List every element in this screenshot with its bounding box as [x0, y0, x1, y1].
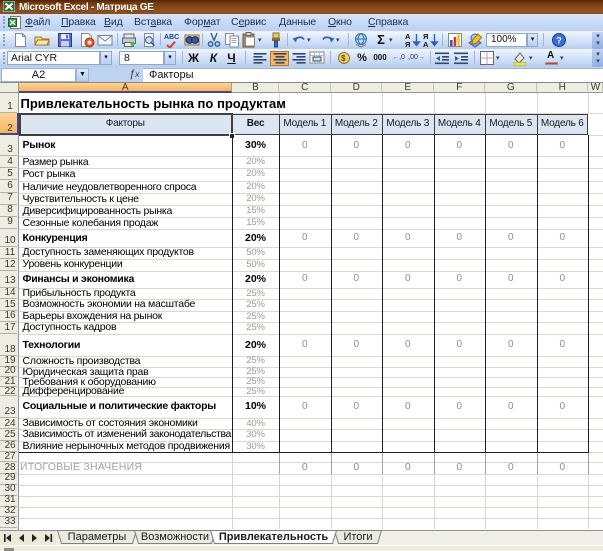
svg-text:А: А	[423, 40, 429, 48]
svg-text:Я: Я	[405, 40, 410, 48]
svg-text:?: ?	[556, 36, 562, 46]
svg-text:$: $	[341, 54, 346, 63]
svg-text:ABC: ABC	[164, 34, 179, 41]
